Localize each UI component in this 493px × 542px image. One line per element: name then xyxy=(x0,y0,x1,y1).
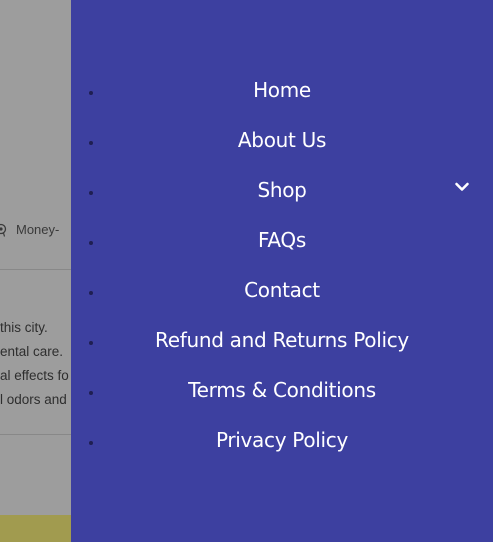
list-bullet xyxy=(89,91,93,95)
nav-menu: Home About Us Shop FAQs Contact Refund a… xyxy=(71,65,493,465)
badge-text: Money- xyxy=(16,222,60,237)
list-bullet xyxy=(89,141,93,145)
nav-item-label[interactable]: Privacy Policy xyxy=(216,428,348,452)
list-bullet xyxy=(89,391,93,395)
paragraph-line: l odors and xyxy=(0,392,67,407)
nav-item-label[interactable]: Shop xyxy=(257,178,306,202)
background-page-overlay[interactable]: Money- this city. ental care. al effects… xyxy=(0,0,71,542)
nav-item-label[interactable]: About Us xyxy=(238,128,326,152)
paragraph-line: al effects fo xyxy=(0,368,69,383)
nav-item-contact[interactable]: Contact xyxy=(71,265,493,315)
list-bullet xyxy=(89,291,93,295)
divider xyxy=(0,434,71,435)
footer-strip xyxy=(0,515,71,542)
list-bullet xyxy=(89,341,93,345)
nav-item-label[interactable]: Refund and Returns Policy xyxy=(155,328,409,352)
paragraph-line: this city. xyxy=(0,320,48,335)
nav-item-label[interactable]: Terms & Conditions xyxy=(188,378,376,402)
nav-item-home[interactable]: Home xyxy=(71,65,493,115)
nav-item-label[interactable]: Home xyxy=(253,78,311,102)
list-bullet xyxy=(89,441,93,445)
background-paragraph: this city. ental care. al effects fo l o… xyxy=(0,316,71,412)
nav-item-refund-policy[interactable]: Refund and Returns Policy xyxy=(71,315,493,365)
nav-item-about-us[interactable]: About Us xyxy=(71,115,493,165)
screen: Money- this city. ental care. al effects… xyxy=(0,0,493,542)
list-bullet xyxy=(89,241,93,245)
nav-item-terms[interactable]: Terms & Conditions xyxy=(71,365,493,415)
nav-item-label[interactable]: Contact xyxy=(244,278,320,302)
nav-item-faqs[interactable]: FAQs xyxy=(71,215,493,265)
divider xyxy=(0,269,71,270)
mobile-nav-drawer: Home About Us Shop FAQs Contact Refund a… xyxy=(71,0,493,542)
paragraph-line: ental care. xyxy=(0,344,64,359)
nav-item-label[interactable]: FAQs xyxy=(258,228,306,252)
nav-item-privacy-policy[interactable]: Privacy Policy xyxy=(71,415,493,465)
money-back-badge: Money- xyxy=(0,222,59,237)
medal-icon xyxy=(0,223,7,237)
nav-item-shop[interactable]: Shop xyxy=(71,165,493,215)
list-bullet xyxy=(89,191,93,195)
chevron-down-icon[interactable] xyxy=(453,179,471,195)
